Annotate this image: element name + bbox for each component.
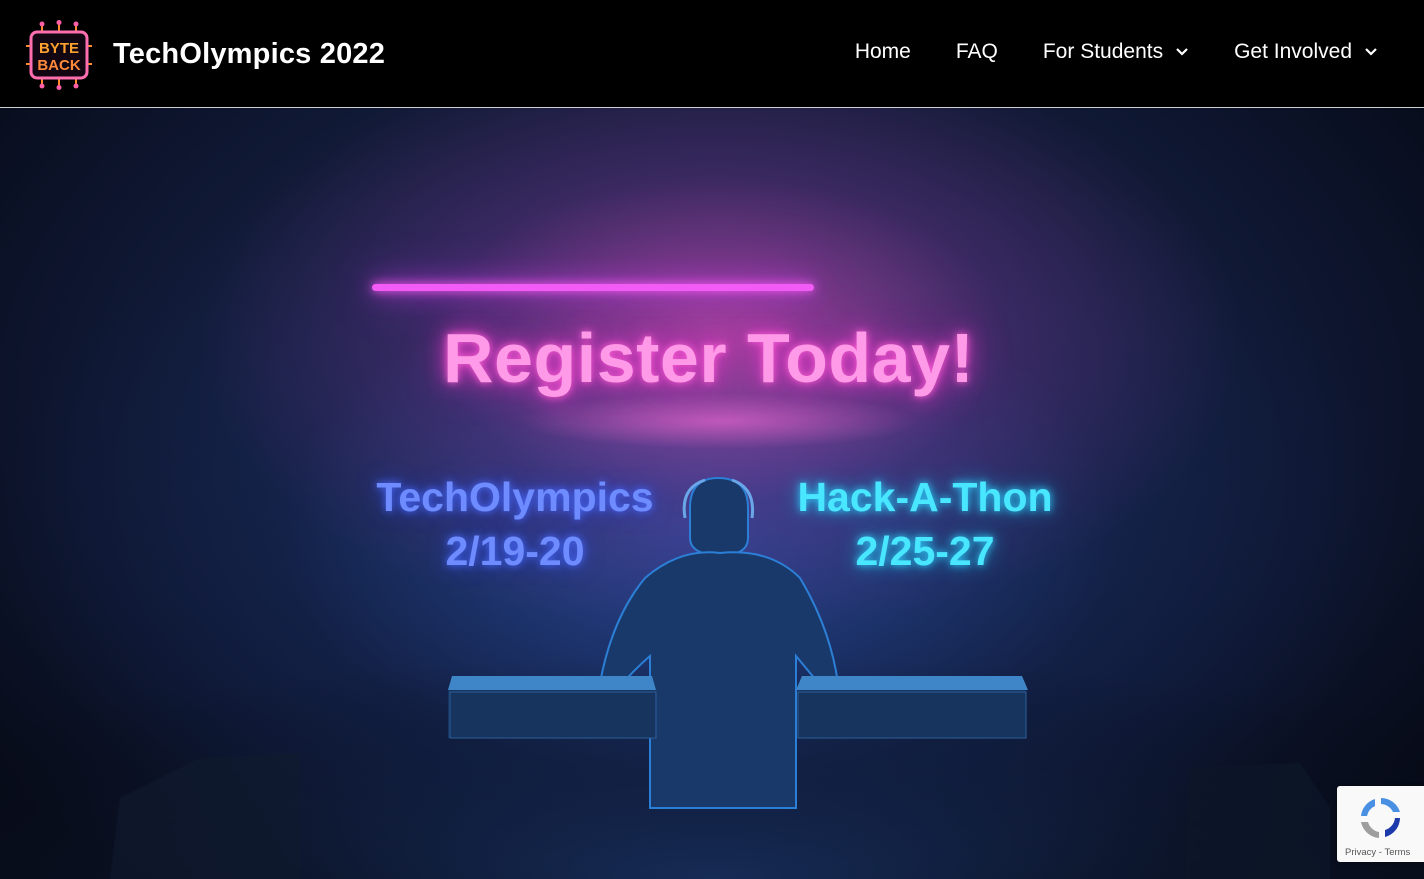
recaptcha-links: Privacy - Terms [1345, 847, 1410, 858]
headline-glow [520, 393, 920, 448]
nav-faq-label: FAQ [955, 40, 998, 63]
nav-get-involved[interactable]: Get Involved [1234, 40, 1378, 64]
neon-light-bar [372, 284, 814, 291]
event-name: Hack-A-Thon [797, 474, 1053, 520]
main-nav: Home FAQ For Students Get Involved [855, 40, 1378, 64]
site-header: BYTE BACK TechOlympics 2022 Home FAQ For… [0, 0, 1424, 108]
nav-home[interactable]: Home [855, 40, 911, 64]
nav-get-involved-label: Get Involved [1234, 40, 1352, 63]
logo-line-2: BACK [37, 57, 80, 74]
hero-headline: Register Today! [443, 319, 975, 397]
nav-for-students[interactable]: For Students [1043, 40, 1189, 64]
chevron-down-icon [1365, 48, 1377, 56]
event-hackathon: Hack-A-Thon 2/25-27 [770, 473, 1080, 581]
recaptcha-badge[interactable]: Privacy - Terms [1337, 786, 1424, 862]
nav-home-label: Home [854, 40, 911, 63]
event-name: TechOlympics [376, 474, 654, 520]
nav-for-students-label: For Students [1042, 40, 1164, 63]
nav-faq[interactable]: FAQ [956, 40, 998, 64]
logo-line-1: BYTE [39, 40, 79, 57]
event-dates: 2/19-20 [445, 528, 585, 574]
event-dates: 2/25-27 [855, 528, 995, 574]
chevron-down-icon [1176, 48, 1188, 56]
recaptcha-privacy-link[interactable]: Privacy [1345, 847, 1376, 858]
byte-back-logo[interactable]: BYTE BACK [24, 20, 94, 90]
gamer-desk-silhouette [0, 476, 1424, 879]
site-title[interactable]: TechOlympics 2022 [113, 38, 385, 71]
recaptcha-terms-link[interactable]: Terms [1384, 847, 1410, 858]
event-techolympics: TechOlympics 2/19-20 [360, 473, 670, 581]
hero-banner: Register Today! TechOlympics 2/19-20 Hac… [0, 108, 1424, 879]
recaptcha-icon [1361, 798, 1400, 838]
